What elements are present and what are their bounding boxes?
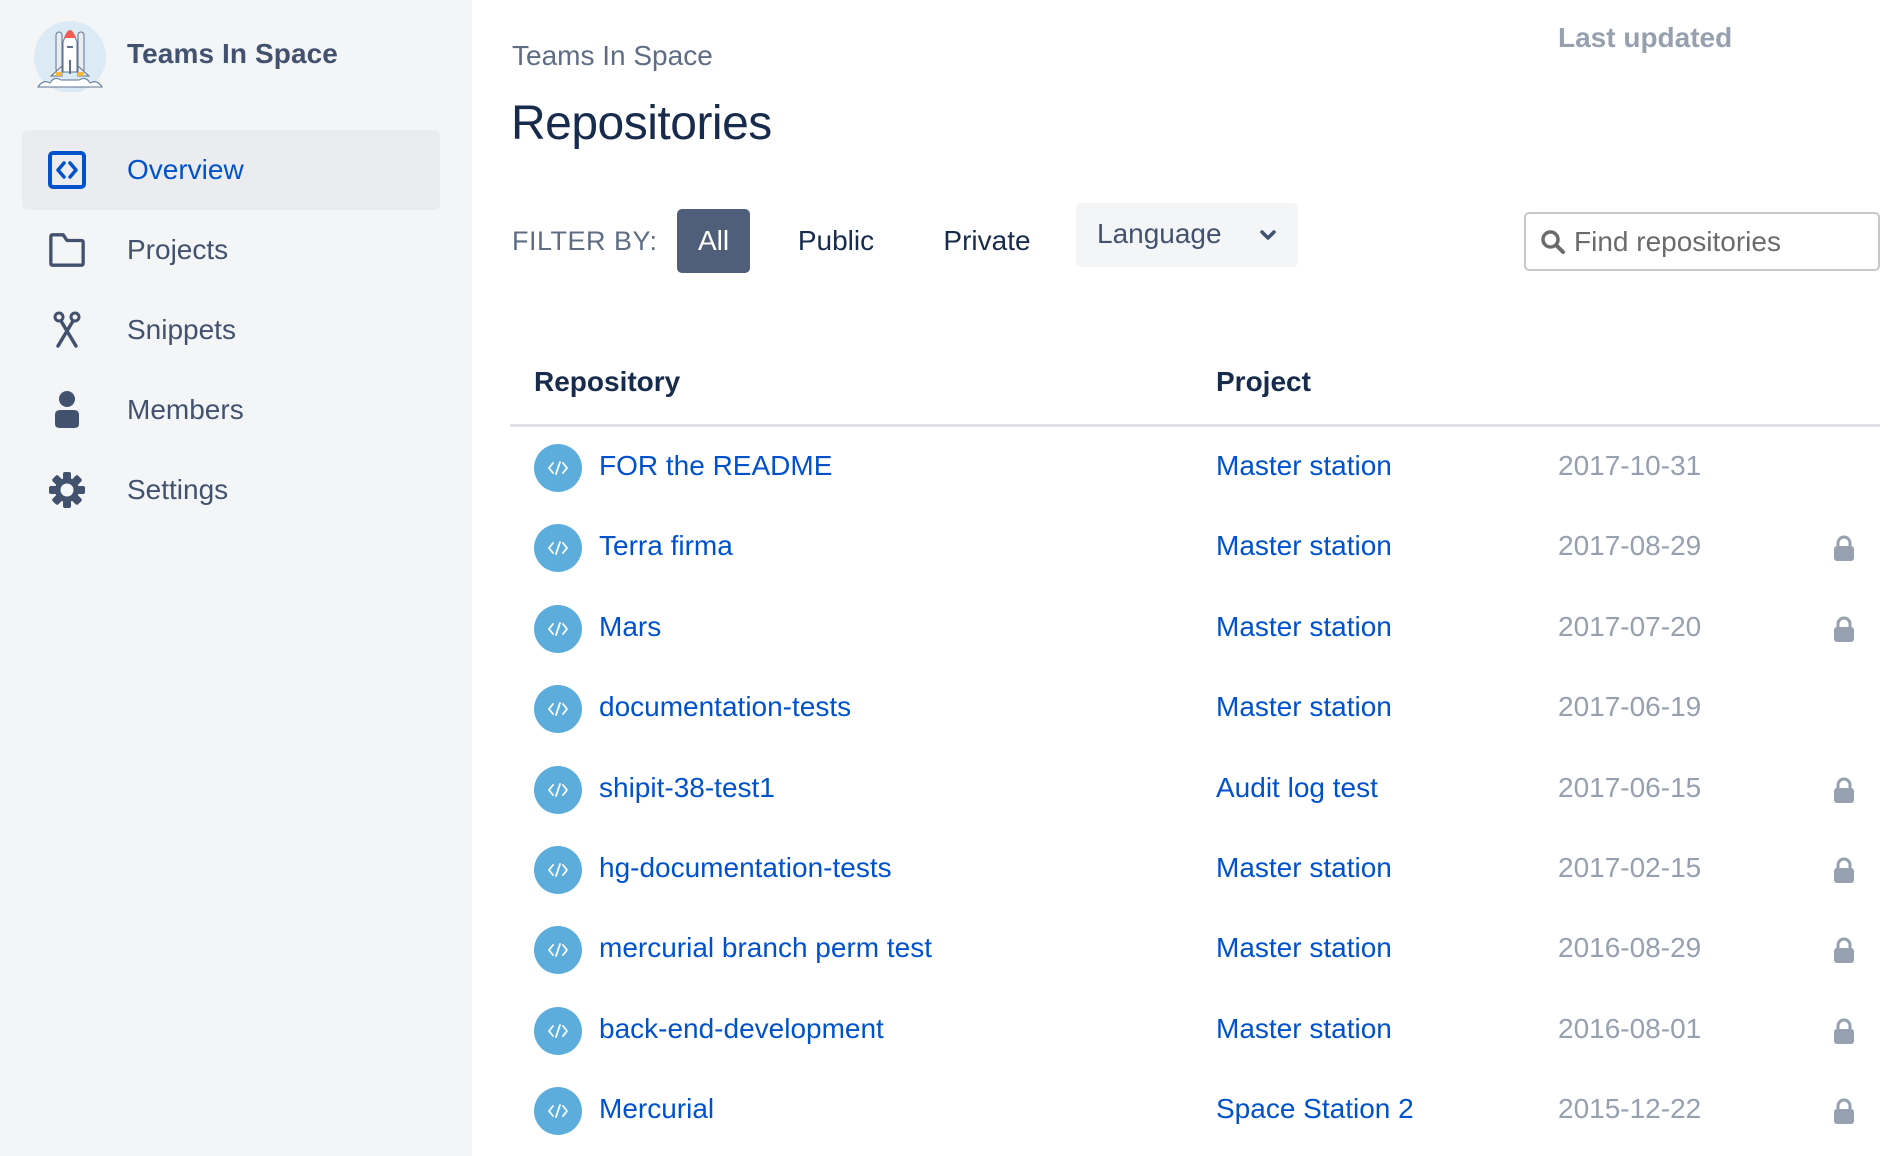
repository-avatar-icon[interactable] <box>534 765 582 814</box>
repository-avatar-icon[interactable] <box>534 845 582 894</box>
project-link[interactable]: Master station <box>1216 691 1392 723</box>
filter-private-button[interactable]: Private <box>930 209 1044 273</box>
column-header-project[interactable]: Project <box>1216 366 1311 398</box>
project-link[interactable]: Audit log test <box>1216 772 1378 804</box>
sidebar-item-projects[interactable]: Projects <box>22 210 440 290</box>
lock-icon <box>1833 776 1855 804</box>
repository-avatar-icon[interactable] <box>534 685 582 734</box>
last-updated-date: 2015-12-22 <box>1558 1093 1702 1125</box>
last-updated-date: 2016-08-01 <box>1558 1012 1702 1044</box>
rocket-icon <box>34 21 106 93</box>
table-row: shipit-38-test1 Audit log test 2017-06-1… <box>510 750 1880 830</box>
sidebar-item-label: Settings <box>127 474 229 505</box>
project-link[interactable]: Master station <box>1216 530 1392 562</box>
repository-name-link[interactable]: documentation-tests <box>599 691 851 723</box>
project-link[interactable]: Master station <box>1216 611 1392 643</box>
team-name: Teams In Space <box>127 38 338 69</box>
search-icon <box>1540 229 1566 255</box>
table-row: Terra firma Master station 2017-08-29 <box>510 508 1880 588</box>
table-row: documentation-tests Master station 2017-… <box>510 669 1880 749</box>
sidebar-item-label: Members <box>127 394 244 425</box>
last-updated-date: 2017-02-15 <box>1558 851 1702 883</box>
page-title: Repositories <box>511 97 772 150</box>
scissors-icon <box>48 311 86 349</box>
last-updated-date: 2017-07-20 <box>1558 610 1702 642</box>
repository-avatar-icon[interactable] <box>534 926 582 975</box>
last-updated-date: 2017-08-29 <box>1558 530 1702 562</box>
sidebar-item-label: Snippets <box>127 314 236 345</box>
filter-all-button[interactable]: All <box>677 209 750 273</box>
project-link[interactable]: Master station <box>1216 932 1392 964</box>
repository-name-link[interactable]: hg-documentation-tests <box>599 852 892 884</box>
sidebar-item-settings[interactable]: Settings <box>22 450 440 530</box>
repository-name-link[interactable]: Mars <box>599 611 661 643</box>
project-link[interactable]: Master station <box>1216 1013 1392 1045</box>
repository-name-link[interactable]: FOR the README <box>599 450 832 482</box>
language-dropdown[interactable]: Language <box>1076 203 1298 267</box>
breadcrumb[interactable]: Teams In Space <box>512 40 713 72</box>
filter-label: FILTER BY: <box>512 226 658 256</box>
repository-name-link[interactable]: mercurial branch perm test <box>599 932 932 964</box>
last-updated-date: 2017-06-19 <box>1558 691 1702 723</box>
last-updated-date: 2016-08-29 <box>1558 932 1702 964</box>
repository-avatar-icon[interactable] <box>534 604 582 653</box>
last-updated-date: 2017-06-15 <box>1558 771 1702 803</box>
table-row: FOR the README Master station 2017-10-31 <box>510 428 1880 508</box>
column-header-repository[interactable]: Repository <box>534 366 680 398</box>
language-dropdown-label: Language <box>1097 218 1222 249</box>
table-row: Mercurial Space Station 2 2015-12-22 <box>510 1071 1880 1151</box>
lock-icon <box>1833 1017 1855 1045</box>
sidebar-nav: Overview Projects Snippets Members Setti… <box>22 130 440 530</box>
sidebar-item-label: Overview <box>127 154 244 185</box>
gear-icon <box>48 471 86 509</box>
repository-name-link[interactable]: Mercurial <box>599 1093 714 1125</box>
repository-name-link[interactable]: Terra firma <box>599 530 733 562</box>
lock-icon <box>1833 534 1855 562</box>
project-link[interactable]: Master station <box>1216 450 1392 482</box>
sidebar-item-members[interactable]: Members <box>22 370 440 450</box>
lock-icon <box>1833 1097 1855 1125</box>
folder-icon <box>48 231 86 269</box>
table-row: Mars Master station 2017-07-20 <box>510 589 1880 669</box>
lock-icon <box>1833 936 1855 964</box>
person-icon <box>48 391 86 429</box>
sidebar-item-overview[interactable]: Overview <box>22 130 440 210</box>
repository-avatar-icon[interactable] <box>534 444 582 492</box>
search-box <box>1524 212 1880 271</box>
project-link[interactable]: Space Station 2 <box>1216 1093 1414 1125</box>
search-input[interactable] <box>1574 222 1870 262</box>
team-logo[interactable] <box>32 20 108 93</box>
repository-avatar-icon[interactable] <box>534 1006 582 1055</box>
lock-icon <box>1833 615 1855 643</box>
repository-name-link[interactable]: shipit-38-test1 <box>599 772 775 804</box>
last-updated-date: 2017-10-31 <box>1558 450 1702 481</box>
repository-avatar-icon[interactable] <box>534 524 582 573</box>
repository-name-link[interactable]: back-end-development <box>599 1013 884 1045</box>
sidebar: Teams In Space Overview Projects Snippet… <box>0 0 472 1156</box>
table-row: hg-documentation-tests Master station 20… <box>510 830 1880 910</box>
lock-icon <box>1833 856 1855 884</box>
column-header-last-updated[interactable]: Last updated <box>1558 22 1732 54</box>
code-box-icon <box>48 151 86 189</box>
repository-table: FOR the README Master station 2017-10-31… <box>510 428 1880 1152</box>
table-row: mercurial branch perm test Master statio… <box>510 910 1880 990</box>
chevron-down-icon <box>1258 225 1278 245</box>
table-row: back-end-development Master station 2016… <box>510 991 1880 1071</box>
project-link[interactable]: Master station <box>1216 852 1392 884</box>
sidebar-item-label: Projects <box>127 234 229 265</box>
sidebar-item-snippets[interactable]: Snippets <box>22 290 440 370</box>
table-header-divider <box>510 424 1880 427</box>
repository-avatar-icon[interactable] <box>534 1087 582 1136</box>
filter-public-button[interactable]: Public <box>782 209 890 273</box>
